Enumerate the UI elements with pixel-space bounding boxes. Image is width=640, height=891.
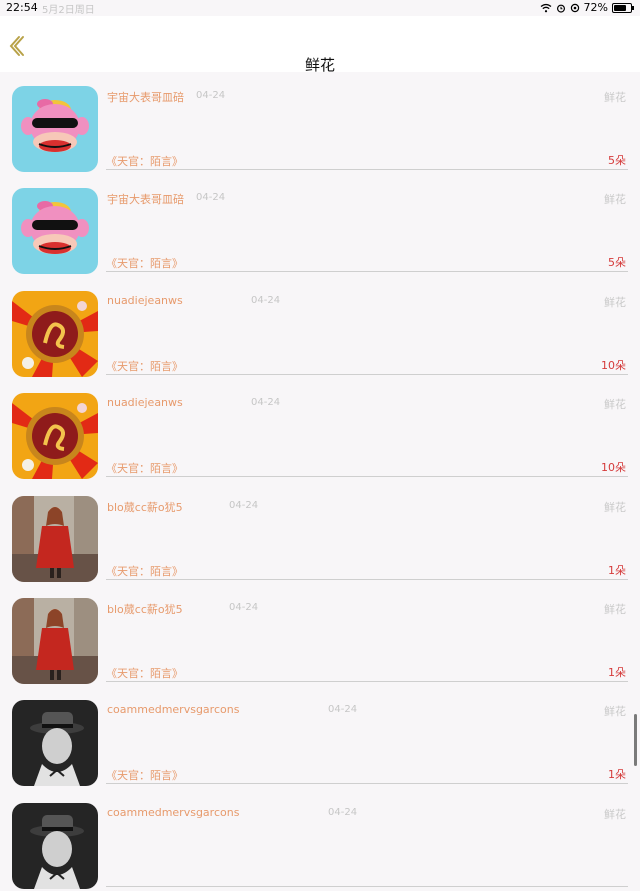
gift-quantity: 10朵 — [601, 461, 626, 475]
list-item[interactable]: nuadiejeanws 04-24 鲜花《天官：陌言》 10朵 — [0, 379, 640, 481]
avatar[interactable] — [12, 802, 98, 889]
avatar[interactable] — [12, 700, 98, 787]
gift-quantity: 1朵 — [608, 665, 626, 679]
username: coammedmervsgarcons — [107, 805, 240, 819]
gift-type: 鲜花 — [604, 193, 626, 207]
wifi-icon — [540, 3, 551, 12]
gift-quantity: 1朵 — [608, 563, 626, 577]
avatar[interactable] — [12, 393, 98, 480]
battery-fill — [614, 4, 626, 11]
username: coammedmervsgarcons — [107, 703, 240, 717]
gift-type: 鲜花 — [604, 705, 626, 719]
divider — [106, 783, 628, 785]
work-title[interactable]: 《天官：陌言》 — [106, 358, 183, 374]
gift-type: 鲜花 — [604, 91, 626, 104]
gift-quantity: 5朵 — [608, 154, 626, 167]
list-item[interactable]: 宇宙大表哥皿碚 04-24 鲜花《天官：陌言》 5朵 — [0, 174, 640, 276]
username: 宇宙大表哥皿碚 — [107, 193, 184, 207]
gift-type: 鲜花 — [604, 807, 626, 821]
avatar[interactable] — [12, 597, 98, 684]
battery-icon — [612, 2, 634, 13]
alarm-icon — [556, 4, 565, 13]
username: blo蒇cc薪o犹5 — [107, 500, 183, 514]
gift-type: 鲜花 — [604, 398, 626, 412]
avatar[interactable] — [12, 290, 98, 377]
divider — [106, 271, 628, 273]
gift-quantity: 1朵 — [608, 768, 626, 782]
gift-date: 04-24 — [251, 294, 281, 306]
nav-bar: 鲜花 — [0, 16, 640, 74]
divider — [106, 373, 628, 375]
gift-type: 鲜花 — [604, 500, 626, 514]
work-title[interactable]: 《天官：陌言》 — [106, 255, 183, 271]
gift-date: 04-24 — [328, 806, 358, 818]
gift-date: 04-24 — [196, 90, 226, 101]
status-time: 22:54 — [6, 1, 38, 14]
list-item[interactable]: coammedmervsgarcons 04-24 鲜花 — [0, 789, 640, 891]
work-title[interactable]: 《天官：陌言》 — [106, 767, 183, 783]
battery-percent: 72% — [583, 1, 608, 14]
avatar[interactable] — [12, 86, 98, 172]
gift-type: 鲜花 — [604, 602, 626, 616]
list-item[interactable]: 宇宙大表哥皿碚 04-24 鲜花《天官：陌言》 5朵 — [0, 72, 640, 174]
work-title[interactable]: 《天官：陌言》 — [106, 153, 183, 169]
username: 宇宙大表哥皿碚 — [107, 91, 184, 104]
work-title[interactable]: 《天官：陌言》 — [106, 460, 183, 476]
divider — [106, 169, 628, 170]
gift-date: 04-24 — [328, 704, 358, 716]
gift-date: 04-24 — [229, 601, 259, 613]
status-bar: 22:54 5月2日周日 72% — [0, 0, 640, 16]
divider — [106, 885, 628, 887]
status-date: 5月2日周日 — [42, 5, 95, 16]
username: nuadiejeanws — [107, 293, 183, 307]
list-item[interactable]: blo蒇cc薪o犹5 04-24 鲜花《天官：陌言》 1朵 — [0, 584, 640, 686]
gift-quantity: 10朵 — [601, 358, 626, 372]
gift-date: 04-24 — [229, 499, 259, 511]
gift-list: 宇宙大表哥皿碚 04-24 鲜花 《天官：陌言》 5朵 宇宙大表哥皿碚 04-24 鲜花 《天官… — [0, 72, 640, 891]
work-title[interactable]: 《天官：陌言》 — [106, 563, 183, 579]
username: nuadiejeanws — [107, 396, 183, 410]
orientation-lock-icon — [570, 3, 579, 12]
list-item[interactable]: blo蒇cc薪o犹5 04-24 鲜花《天官：陌言》 1朵 — [0, 482, 640, 584]
status-right: 72% — [540, 1, 634, 14]
scrollbar[interactable] — [634, 714, 637, 766]
divider — [106, 680, 628, 682]
gift-date: 04-24 — [196, 192, 226, 204]
gift-date: 04-24 — [251, 397, 281, 409]
work-title[interactable]: 《天官：陌言》 — [106, 665, 183, 681]
gift-quantity: 5朵 — [608, 256, 626, 270]
gift-type: 鲜花 — [604, 295, 626, 309]
divider — [106, 476, 628, 478]
avatar[interactable] — [12, 495, 98, 582]
divider — [106, 578, 628, 580]
username: blo蒇cc薪o犹5 — [107, 602, 183, 616]
avatar[interactable] — [12, 188, 98, 275]
list-item[interactable]: nuadiejeanws 04-24 鲜花《天官：陌言》 10朵 — [0, 277, 640, 379]
list-item[interactable]: coammedmervsgarcons 04-24 鲜花《天官：陌言》 1朵 — [0, 686, 640, 788]
